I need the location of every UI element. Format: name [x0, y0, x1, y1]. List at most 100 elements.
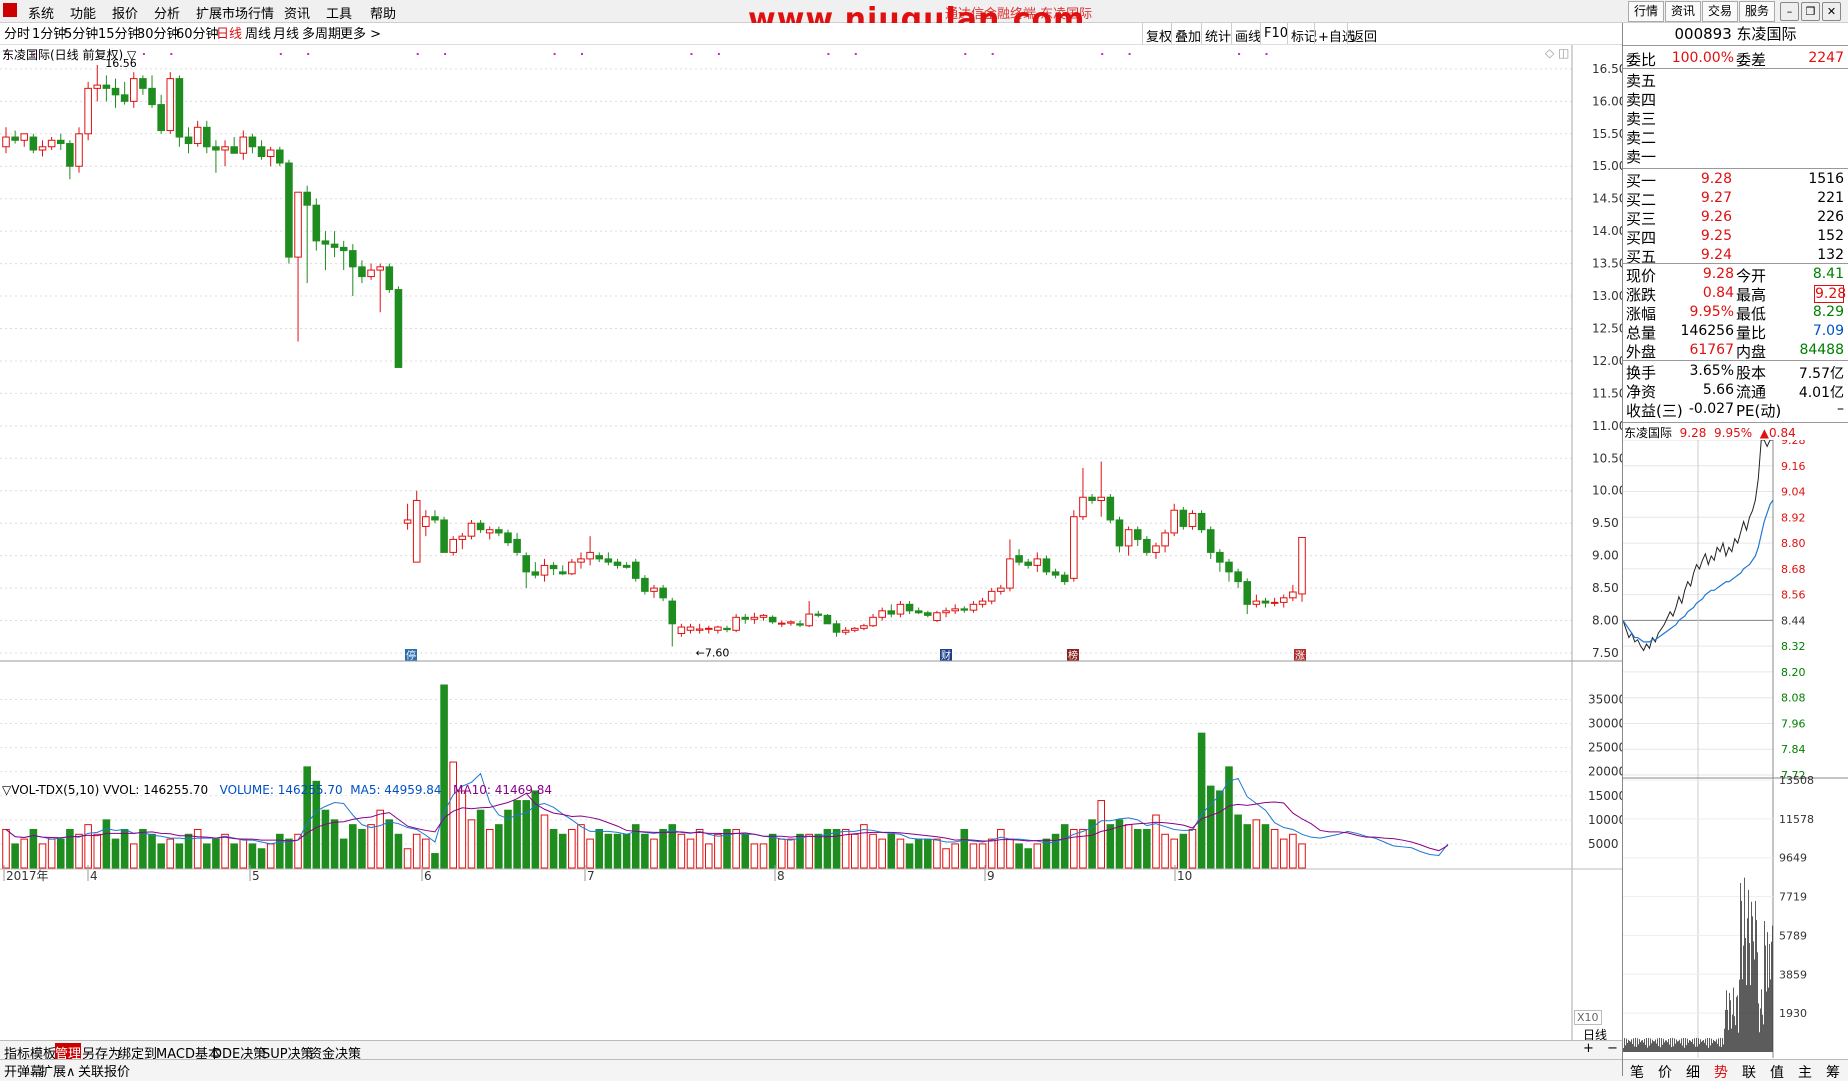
candle-body — [622, 564, 631, 568]
quote-value2-3: 7.09 — [1812, 323, 1844, 339]
mini-tab-5[interactable]: 值 — [1770, 1062, 1784, 1082]
tool-4[interactable]: F10 — [1264, 26, 1288, 41]
chart-tool-icon[interactable]: ◇ ◫ — [1545, 46, 1569, 60]
signal-dot — [827, 53, 830, 55]
candle-body — [787, 621, 795, 624]
candle-body — [1006, 558, 1014, 589]
mini-price-tick: 7.96 — [1781, 717, 1806, 730]
mini-tab-4[interactable]: 联 — [1742, 1062, 1756, 1082]
candle-body — [522, 555, 531, 573]
volume-bar — [695, 828, 704, 869]
candle-body — [431, 516, 439, 521]
mini-tab-3[interactable]: 势 — [1714, 1062, 1728, 1082]
mini-tab-2[interactable]: 细 — [1686, 1062, 1700, 1082]
quote2-label2-2: PE(动) — [1736, 402, 1782, 420]
period-9[interactable]: 多周期 — [302, 23, 341, 42]
period-5[interactable]: 60分钟 — [176, 23, 219, 42]
event-marker[interactable]: 榜 — [1068, 649, 1078, 662]
period-6[interactable]: 日线 — [216, 23, 242, 42]
tool-0[interactable]: 复权 — [1146, 26, 1172, 45]
menu-system[interactable]: 系统 — [28, 3, 54, 22]
candle-body — [1051, 571, 1060, 576]
candle-body — [1106, 496, 1115, 521]
signal-dot — [1265, 53, 1268, 55]
period-4[interactable]: 30分钟 — [137, 23, 180, 42]
btn-market[interactable]: 行情 — [1628, 1, 1664, 22]
candle-body — [969, 603, 978, 611]
menu-analysis[interactable]: 分析 — [154, 3, 180, 22]
volume-bar — [677, 833, 686, 869]
period-3[interactable]: 15分钟 — [98, 23, 141, 42]
price-tick: 13.50 — [1592, 257, 1622, 271]
candle-body — [148, 87, 156, 106]
event-marker[interactable]: 停 — [406, 649, 416, 662]
period-7[interactable]: 周线 — [245, 23, 271, 42]
mini-tab-7[interactable]: 筹 — [1826, 1062, 1840, 1082]
candle-body — [276, 149, 284, 164]
btn-service[interactable]: 服务 — [1739, 1, 1775, 22]
tool-3[interactable]: 画线 — [1235, 26, 1261, 45]
tool-6[interactable]: +自选 — [1318, 26, 1355, 45]
menu-news[interactable]: 资讯 — [284, 3, 310, 22]
signal-dot — [580, 53, 583, 55]
bottom-tab-0[interactable]: 开弹幕 — [4, 1061, 43, 1080]
quote-value2-4: 84488 — [1799, 342, 1844, 358]
menu-tools[interactable]: 工具 — [326, 3, 352, 22]
volume-bar — [1216, 790, 1224, 869]
candle-body — [449, 538, 457, 553]
mini-tab-6[interactable]: 主 — [1798, 1062, 1812, 1082]
btn-info[interactable]: 资讯 — [1665, 1, 1701, 22]
volume-bar — [93, 833, 102, 869]
candle-body — [221, 146, 229, 151]
candle-body — [768, 616, 777, 623]
event-marker[interactable]: 涨 — [1295, 650, 1305, 662]
period-0[interactable]: 分时 — [4, 23, 30, 42]
close-icon[interactable]: ✕ — [1822, 2, 1841, 21]
volume-bar — [558, 833, 567, 869]
mini-tab-1[interactable]: 价 — [1658, 1062, 1672, 1082]
period-8[interactable]: 月线 — [273, 23, 299, 42]
buy-price-2: 9.26 — [1700, 209, 1732, 225]
candle-body — [458, 535, 467, 540]
price-tick: 16.00 — [1592, 94, 1622, 108]
candle-body — [485, 529, 494, 534]
zoom-in-icon[interactable]: + — [1583, 1041, 1594, 1056]
menu-quote[interactable]: 报价 — [112, 3, 138, 22]
quote-value2-1: 9.28 — [1814, 285, 1847, 303]
period-10[interactable]: 更多 > — [340, 23, 381, 42]
tool-2[interactable]: 统计 — [1205, 26, 1231, 45]
candle-body — [1279, 597, 1288, 603]
event-marker[interactable]: 财 — [941, 649, 951, 662]
volume-bar — [239, 838, 248, 869]
period-2[interactable]: 5分钟 — [64, 23, 98, 42]
bottom-tab-2[interactable]: 关联报价 — [78, 1061, 130, 1080]
volume-indicator-name[interactable]: ▽VOL-TDX(5,10) VVOL: 146255.70 — [2, 783, 208, 797]
menu-help[interactable]: 帮助 — [370, 3, 396, 22]
kline-chart[interactable]: 16.50 16.00 15.50 15.00 14.50 14.00 13.50 13.00… — [0, 45, 1622, 1059]
bottom-tab-1[interactable]: 扩展∧ — [40, 1061, 76, 1080]
tool-1[interactable]: 叠加 — [1175, 26, 1201, 45]
minimize-icon[interactable]: – — [1780, 2, 1799, 21]
intraday-mini-chart[interactable]: 9.28 9.16 9.04 8.92 8.80 8.68 8.56 8.44 8.32 8.20… — [1623, 440, 1848, 1058]
candle-body — [212, 146, 220, 151]
restore-icon[interactable]: ❐ — [1801, 2, 1820, 21]
tool-separator — [1260, 23, 1261, 44]
volume-bar — [276, 833, 284, 869]
volume-bar — [1206, 785, 1215, 869]
tool-7[interactable]: 返回 — [1351, 26, 1377, 45]
volume-bar — [66, 828, 74, 869]
quote-label-1: 涨跌 — [1626, 286, 1657, 304]
zoom-out-icon[interactable]: − — [1607, 1041, 1618, 1056]
btn-trade[interactable]: 交易 — [1702, 1, 1738, 22]
candle-body — [2, 136, 10, 148]
candle-body — [339, 246, 348, 252]
candle-body — [905, 603, 914, 612]
period-1[interactable]: 1分钟 — [32, 23, 66, 42]
quote2-value2-0: 7.57亿 — [1798, 366, 1844, 382]
candle-body — [540, 564, 549, 576]
menu-extended-market[interactable]: 扩展市场行情 — [196, 3, 274, 22]
quote2-label2-0: 股本 — [1736, 364, 1767, 382]
mini-tab-0[interactable]: 笔 — [1630, 1062, 1644, 1082]
menu-function[interactable]: 功能 — [70, 3, 96, 22]
candle-body — [741, 616, 750, 620]
